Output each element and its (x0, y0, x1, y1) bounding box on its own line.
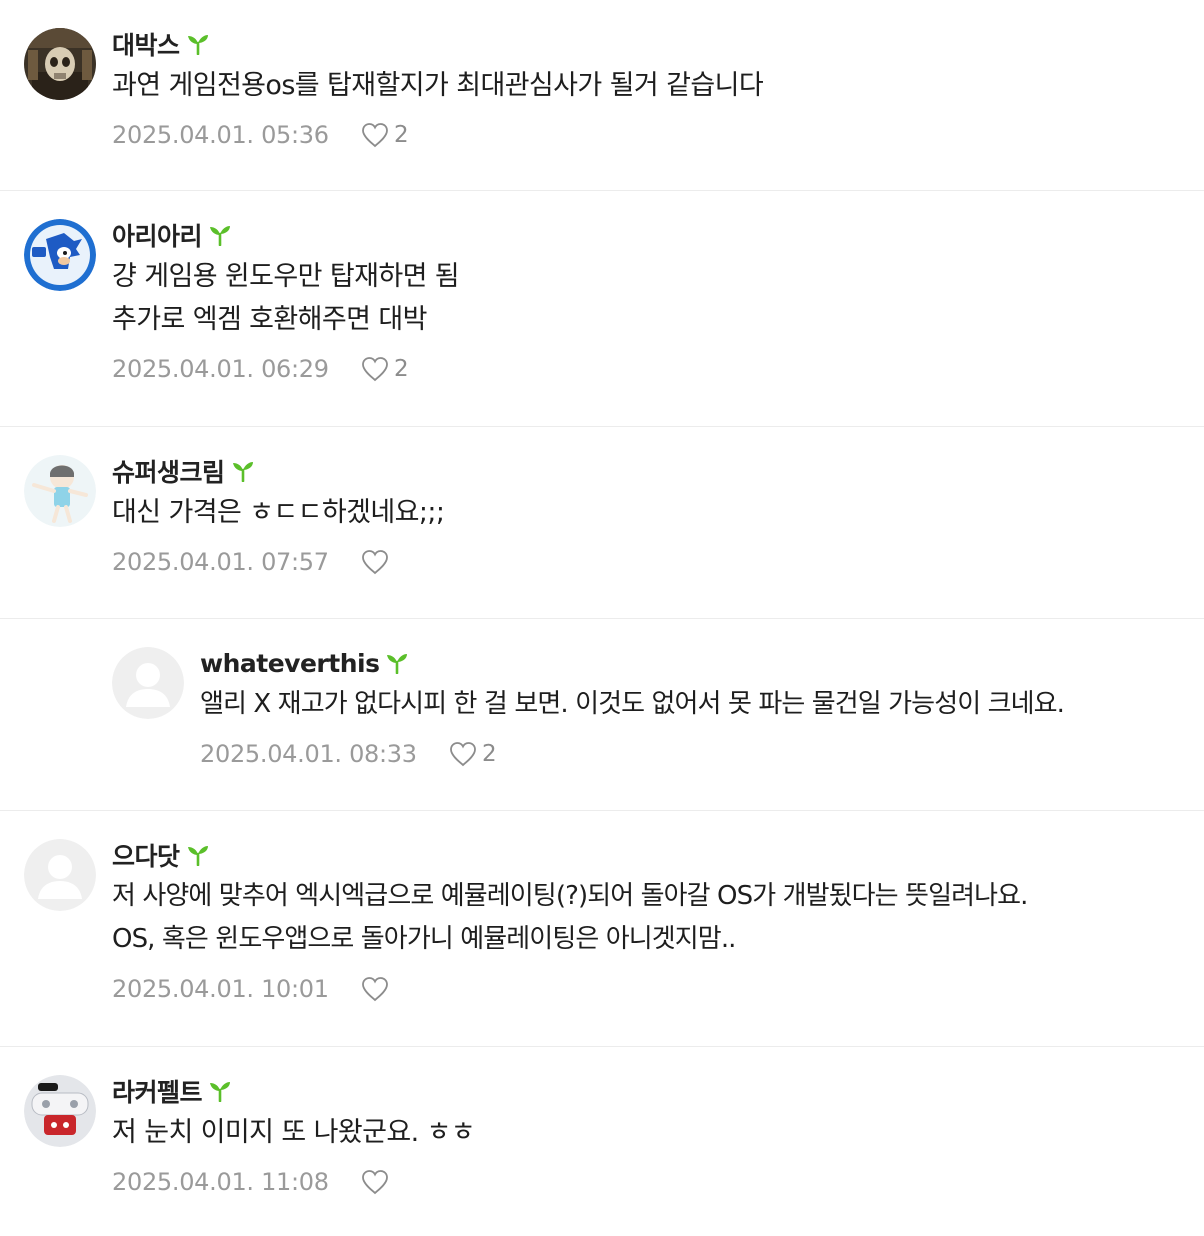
like-button[interactable]: 2 (448, 740, 497, 768)
heart-icon (450, 742, 476, 767)
skull-avatar-image (24, 28, 96, 100)
heart-icon (362, 550, 388, 575)
author-name[interactable]: 슈퍼생크림 (112, 453, 225, 489)
heart-icon (362, 977, 388, 1002)
like-count: 2 (482, 741, 497, 767)
comment-line: 대신 가격은 ㅎㄷㄷ하겠네요;;; (112, 497, 445, 528)
comment-line: OS, 혹은 윈도우앱으로 돌아가니 예뮬레이팅은 아니겟지맘.. (112, 924, 736, 954)
sprout-icon (187, 846, 208, 866)
like-count: 2 (394, 122, 409, 148)
avatar[interactable] (112, 647, 184, 719)
like-button[interactable]: 2 (360, 121, 409, 149)
comment-line: 추가로 엑겜 호환해주면 대박 (112, 304, 427, 335)
comment-item: 으다닷 저 사양에 맞추어 엑시엑급으로 예뮬레이팅(?)되어 돌아갈 OS가 … (0, 811, 1204, 1047)
comment-item: 라커펠트 저 눈치 이미지 또 나왔군요. ㅎㅎ 2025.04.01. 11:… (0, 1047, 1204, 1235)
avatar[interactable] (24, 839, 96, 911)
comment-date: 2025.04.01. 11:08 (112, 1168, 329, 1196)
comment-text: 저 사양에 맞추어 엑시엑급으로 예뮬레이팅(?)되어 돌아갈 OS가 개발됬다… (112, 875, 1204, 961)
heart-icon (362, 1170, 388, 1195)
comment-item: 아리아리 걍 게임용 윈도우만 탑재하면 됨 추가로 엑겜 호환해주면 대박 2… (0, 191, 1204, 427)
author-name[interactable]: whateverthis (200, 649, 380, 678)
comment-date: 2025.04.01. 05:36 (112, 121, 329, 149)
comment-text: 과연 게임전용os를 탑재할지가 최대관심사가 될거 같습니다 (112, 64, 1204, 107)
comment-text: 저 눈치 이미지 또 나왔군요. ㅎㅎ (112, 1111, 1204, 1154)
avatar[interactable] (24, 219, 96, 291)
reply-item: whateverthis 앨리 X 재고가 없다시피 한 걸 보면. 이것도 없… (0, 619, 1204, 811)
default-avatar-image (24, 839, 96, 911)
sprout-icon (387, 654, 408, 674)
comment-date: 2025.04.01. 07:57 (112, 548, 329, 576)
sprout-icon (210, 226, 231, 246)
comment-list: 대박스 과연 게임전용os를 탑재할지가 최대관심사가 될거 같습니다 2025… (0, 0, 1204, 1235)
comment-line: 앨리 X 재고가 없다시피 한 걸 보면. 이것도 없어서 못 파는 물건일 가… (200, 689, 1065, 719)
like-count: 2 (394, 356, 409, 382)
comment-date: 2025.04.01. 08:33 (200, 740, 417, 768)
comment-text: 걍 게임용 윈도우만 탑재하면 됨 추가로 엑겜 호환해주면 대박 (112, 255, 1204, 341)
comment-date: 2025.04.01. 10:01 (112, 975, 329, 1003)
sonic-avatar-image (24, 219, 96, 291)
heart-icon (362, 357, 388, 382)
cartoon-girl-avatar-image (24, 455, 96, 527)
like-button[interactable] (360, 548, 394, 576)
like-button[interactable]: 2 (360, 355, 409, 383)
comment-text: 대신 가격은 ㅎㄷㄷ하겠네요;;; (112, 491, 1204, 534)
author-name[interactable]: 대박스 (112, 26, 180, 62)
comment-text: 앨리 X 재고가 없다시피 한 걸 보면. 이것도 없어서 못 파는 물건일 가… (200, 683, 1204, 726)
comment-line: 저 사양에 맞추어 엑시엑급으로 예뮬레이팅(?)되어 돌아갈 OS가 개발됬다… (112, 881, 1028, 911)
avatar[interactable] (24, 28, 96, 100)
sprout-icon (232, 462, 253, 482)
author-name[interactable]: 아리아리 (112, 217, 203, 253)
comment-line: 과연 게임전용os를 탑재할지가 최대관심사가 될거 같습니다 (112, 70, 764, 101)
sprout-icon (210, 1082, 231, 1102)
comment-date: 2025.04.01. 06:29 (112, 355, 329, 383)
comment-item: 슈퍼생크림 대신 가격은 ㅎㄷㄷ하겠네요;;; 2025.04.01. 07:5… (0, 427, 1204, 619)
avatar[interactable] (24, 1075, 96, 1147)
default-avatar-image (112, 647, 184, 719)
controller-avatar-image (24, 1075, 96, 1147)
comment-line: 저 눈치 이미지 또 나왔군요. ㅎㅎ (112, 1117, 476, 1148)
comment-item: 대박스 과연 게임전용os를 탑재할지가 최대관심사가 될거 같습니다 2025… (0, 0, 1204, 191)
heart-icon (362, 123, 388, 148)
avatar[interactable] (24, 455, 96, 527)
comment-line: 걍 게임용 윈도우만 탑재하면 됨 (112, 261, 460, 292)
sprout-icon (187, 35, 208, 55)
like-button[interactable] (360, 975, 394, 1003)
author-name[interactable]: 으다닷 (112, 837, 180, 873)
author-name[interactable]: 라커펠트 (112, 1073, 203, 1109)
like-button[interactable] (360, 1168, 394, 1196)
